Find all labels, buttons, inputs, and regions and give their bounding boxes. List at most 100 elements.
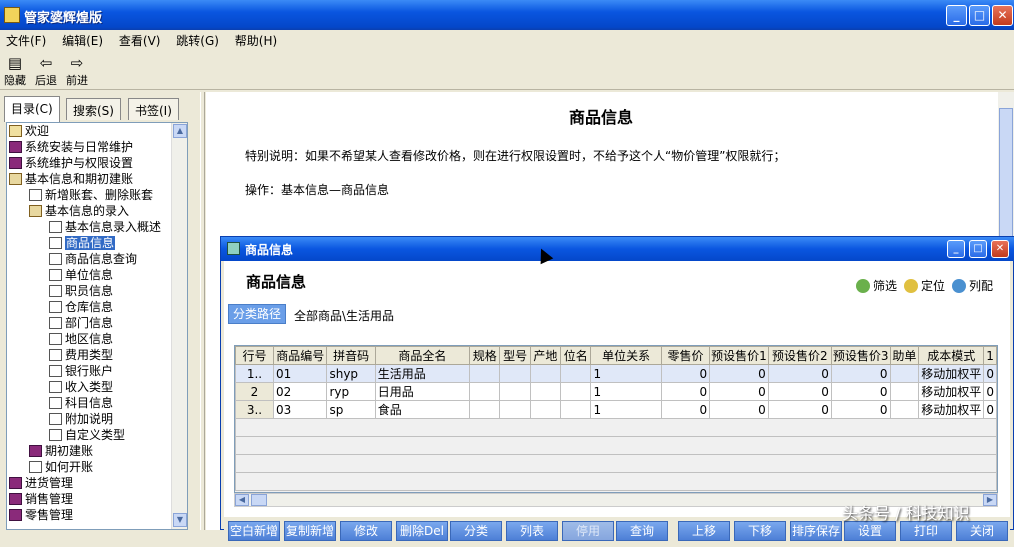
menu-help[interactable]: 帮助(H) [229, 30, 283, 51]
category-path-button[interactable]: 分类路径 [228, 304, 286, 324]
table-cell[interactable] [529, 382, 562, 401]
table-cell[interactable]: sp [326, 400, 376, 419]
column-header[interactable]: 型号 [499, 346, 531, 365]
tree-item[interactable]: 费用类型 [49, 347, 113, 363]
table-cell[interactable]: 0 [660, 382, 711, 401]
table-cell[interactable]: 02 [272, 382, 328, 401]
tree-item[interactable]: 欢迎 [9, 123, 49, 139]
table-cell[interactable]: 2 [235, 382, 274, 401]
tree-item[interactable]: 基本信息录入概述 [49, 219, 161, 235]
columns-action[interactable]: 列配 [952, 277, 993, 294]
tree-item[interactable]: 基本信息的录入 [29, 203, 129, 219]
tree-item[interactable]: 单位信息 [49, 267, 113, 283]
column-header[interactable]: 零售价 [660, 346, 711, 365]
table-cell[interactable] [560, 382, 592, 401]
table-cell[interactable]: 01 [272, 364, 328, 383]
tree-item[interactable]: 销售管理 [9, 491, 73, 507]
tree-item[interactable]: 商品信息查询 [49, 251, 137, 267]
action-button[interactable]: 下移 [734, 521, 786, 541]
action-button[interactable]: 修改 [340, 521, 392, 541]
table-cell[interactable]: 移动加权平 [918, 382, 985, 401]
table-cell[interactable]: 1 [590, 400, 662, 419]
table-cell[interactable]: 0 [830, 400, 891, 419]
h-scroll-thumb[interactable] [251, 494, 267, 506]
table-cell[interactable] [889, 400, 920, 419]
menu-goto[interactable]: 跳转(G) [170, 30, 225, 51]
table-cell[interactable] [560, 400, 592, 419]
tab-bookmarks[interactable]: 书签(I) [128, 98, 179, 120]
menu-file[interactable]: 文件(F) [0, 30, 52, 51]
table-cell[interactable]: shyp [326, 364, 376, 383]
tree-item[interactable]: 系统维护与权限设置 [9, 155, 133, 171]
tree-item[interactable]: 银行账户 [49, 363, 113, 379]
maximize-button[interactable]: □ [969, 5, 990, 26]
table-cell[interactable] [499, 382, 531, 401]
action-button[interactable]: 设置 [844, 521, 896, 541]
tree-item[interactable]: 新增账套、删除账套 [29, 187, 153, 203]
column-header[interactable]: 产地 [529, 346, 562, 365]
tree-item[interactable]: 职员信息 [49, 283, 113, 299]
table-cell[interactable]: 0 [830, 364, 891, 383]
scroll-up-icon[interactable]: ▲ [173, 124, 187, 138]
tree-item[interactable]: 商品信息 [49, 235, 116, 251]
action-button[interactable]: 排序保存 [790, 521, 842, 541]
tree-item[interactable]: 自定义类型 [49, 427, 125, 443]
table-cell[interactable]: 生活用品 [374, 364, 471, 383]
action-button[interactable]: 空白新增 [228, 521, 280, 541]
table-row[interactable]: 1.. 01 shyp 生活用品 1 0 0 0 0 移动加权平 0 [235, 364, 997, 383]
tree-item[interactable]: 基本信息和期初建账 [9, 171, 133, 187]
table-cell[interactable] [529, 400, 562, 419]
menu-edit[interactable]: 编辑(E) [56, 30, 109, 51]
table-cell[interactable]: 3.. [235, 400, 274, 419]
action-button[interactable]: 停用 [562, 521, 614, 541]
pane-splitter[interactable] [200, 92, 205, 530]
action-button[interactable]: 分类 [450, 521, 502, 541]
table-cell[interactable] [499, 400, 531, 419]
column-header[interactable]: 商品编号 [272, 346, 328, 365]
tree-item[interactable]: 附加说明 [49, 411, 113, 427]
tree-item[interactable]: 地区信息 [49, 331, 113, 347]
tree-scrollbar[interactable]: ▲ ▼ [171, 123, 187, 529]
tree-item[interactable]: 收入类型 [49, 379, 113, 395]
tree-item[interactable]: 期初建账 [29, 443, 93, 459]
menu-view[interactable]: 查看(V) [113, 30, 167, 51]
table-cell[interactable]: 0 [709, 364, 769, 383]
tab-search[interactable]: 搜索(S) [66, 98, 121, 120]
column-header[interactable]: 商品全名 [374, 346, 471, 365]
forward-button[interactable]: ⇨ 前进 [62, 54, 92, 88]
table-cell[interactable]: 0 [830, 382, 891, 401]
table-row[interactable]: 3.. 03 sp 食品 1 0 0 0 0 移动加权平 0 [235, 400, 997, 419]
column-header[interactable]: 助单 [889, 346, 920, 365]
column-header[interactable]: 预设售价3 [830, 346, 891, 365]
table-cell[interactable]: 0 [709, 382, 769, 401]
action-button[interactable]: 删除Del [396, 521, 448, 541]
table-cell[interactable]: 0 [660, 364, 711, 383]
column-header[interactable]: 预设售价2 [767, 346, 832, 365]
table-cell[interactable] [889, 382, 920, 401]
action-button[interactable]: 关闭 [956, 521, 1008, 541]
action-button[interactable]: 列表 [506, 521, 558, 541]
table-cell[interactable] [529, 364, 562, 383]
action-button[interactable]: 查询 [616, 521, 668, 541]
tree-item[interactable]: 科目信息 [49, 395, 113, 411]
hide-button[interactable]: ▤ 隐藏 [0, 54, 30, 88]
table-cell[interactable] [499, 364, 531, 383]
tree-item[interactable]: 部门信息 [49, 315, 113, 331]
scroll-down-icon[interactable]: ▼ [173, 513, 187, 527]
table-cell[interactable]: 0 [983, 364, 997, 383]
table-cell[interactable]: 0 [767, 400, 832, 419]
table-cell[interactable] [469, 400, 501, 419]
inner-title-bar[interactable]: 商品信息 _ □ ✕ [221, 237, 1014, 261]
back-button[interactable]: ⇦ 后退 [31, 54, 61, 88]
table-cell[interactable]: 0 [983, 400, 997, 419]
close-button[interactable]: ✕ [992, 5, 1013, 26]
column-header[interactable]: 位名 [560, 346, 592, 365]
scroll-left-icon[interactable]: ◀ [235, 494, 249, 506]
column-header[interactable]: 规格 [469, 346, 501, 365]
table-cell[interactable] [889, 364, 920, 383]
tab-contents[interactable]: 目录(C) [4, 96, 60, 122]
table-cell[interactable]: 1 [590, 382, 662, 401]
table-cell[interactable]: ryp [326, 382, 376, 401]
scroll-right-icon[interactable]: ▶ [983, 494, 997, 506]
inner-maximize-button[interactable]: □ [969, 240, 987, 258]
